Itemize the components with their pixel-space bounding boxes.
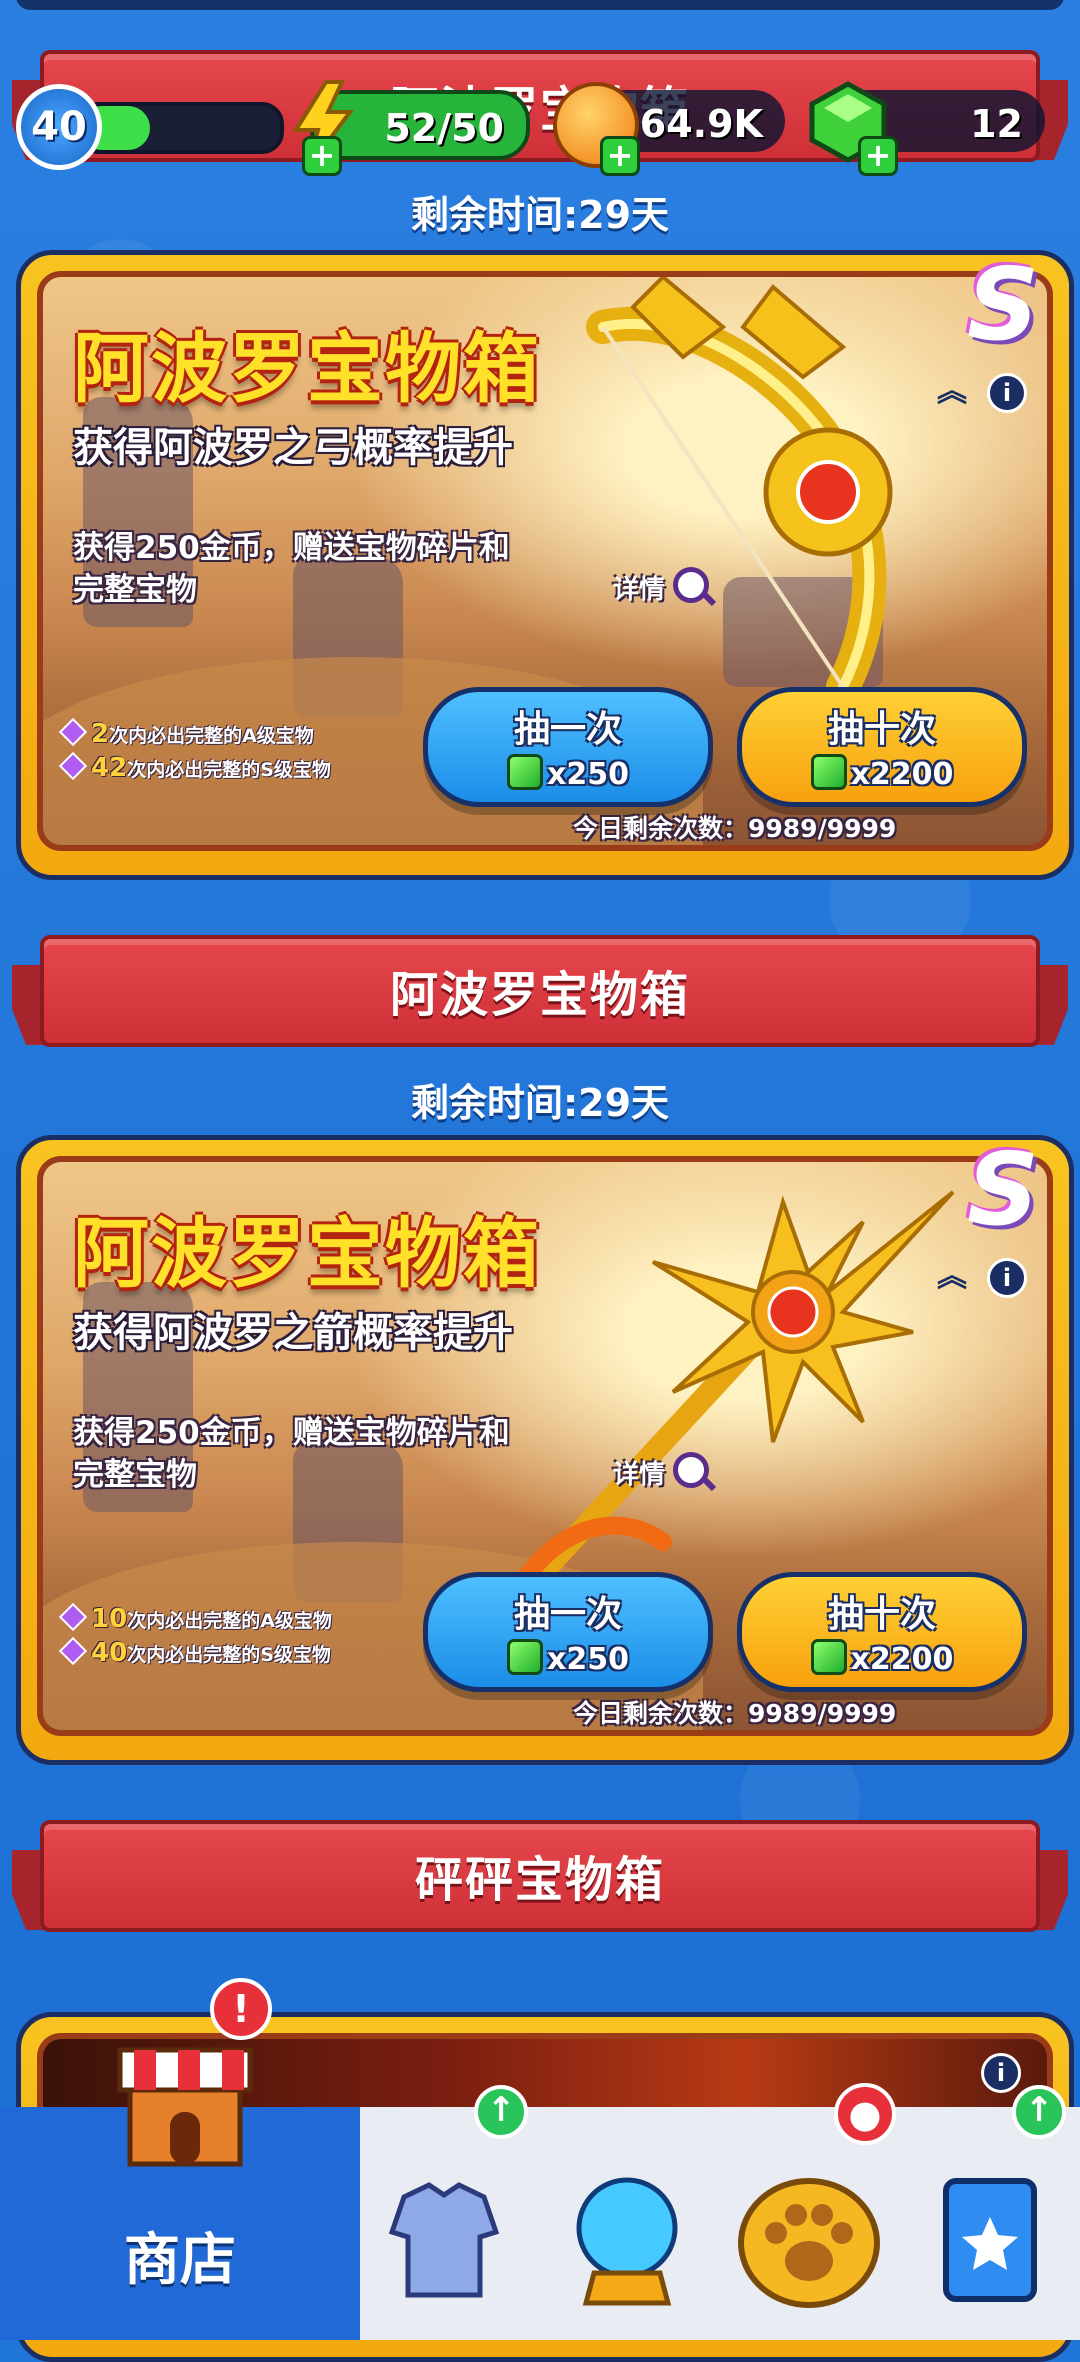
- pity-a-label: 次内必出完整的A级宝物: [109, 725, 314, 747]
- draw-once-label: 抽一次: [513, 1594, 622, 1635]
- rank-badge: S: [967, 1131, 1040, 1248]
- draw-once-button[interactable]: 抽一次 x250: [423, 687, 713, 807]
- pity-s-label: 次内必出完整的S级宝物: [127, 1644, 331, 1666]
- draw-once-cost: x250: [547, 1642, 629, 1677]
- pity-s-count: 42: [91, 753, 128, 783]
- magnifier-icon[interactable]: [673, 1452, 709, 1488]
- golden-bow-icon: [586, 277, 893, 704]
- info-icon[interactable]: i: [987, 1258, 1027, 1298]
- description-line: 完整宝物: [73, 572, 197, 608]
- card-title: 阿波罗宝物箱: [73, 1209, 541, 1298]
- diamond-icon: [58, 717, 88, 747]
- level-indicator[interactable]: 40: [16, 84, 284, 170]
- armor-icon[interactable]: [384, 2177, 504, 2307]
- card-subtitle: 获得阿波罗之弓概率提升: [73, 425, 513, 471]
- daily-remaining: 今日剩余次数：9989/9999: [573, 814, 897, 843]
- pity-s-text: 40次内必出完整的S级宝物: [58, 1636, 331, 1668]
- alert-badge: !: [210, 1978, 272, 2040]
- draw-once-cost: x250: [547, 757, 629, 792]
- section-timer-1: 剩余时间:29天: [410, 193, 670, 237]
- treasure-card-2: 阿波罗宝物箱 获得阿波罗之箭概率提升 获得250金币，赠送宝物碎片和 完整宝物 …: [16, 1135, 1074, 1765]
- description-line: 获得250金币，赠送宝物碎片和: [73, 530, 510, 566]
- section-banner-2: 阿波罗宝物箱: [12, 935, 1068, 1053]
- draw-ten-cost: x2200: [850, 757, 954, 792]
- daily-remaining: 今日剩余次数：9989/9999: [573, 1699, 897, 1728]
- pity-s-count: 40: [91, 1638, 128, 1668]
- card-art: 阿波罗宝物箱 获得阿波罗之弓概率提升 获得250金币，赠送宝物碎片和 完整宝物 …: [37, 271, 1053, 851]
- pity-s-text: 42次内必出完整的S级宝物: [58, 751, 331, 783]
- card-title: 阿波罗宝物箱: [73, 324, 541, 413]
- pity-s-label: 次内必出完整的S级宝物: [127, 759, 331, 781]
- card-subtitle: 获得阿波罗之箭概率提升: [73, 1310, 513, 1356]
- card-art: 阿波罗宝物箱 获得阿波罗之箭概率提升 获得250金币，赠送宝物碎片和 完整宝物 …: [37, 1156, 1053, 1736]
- draw-ten-label: 抽十次: [827, 709, 936, 750]
- pity-a-text: 10次内必出完整的A级宝物: [58, 1602, 332, 1634]
- banner-title: 砰砰宝物箱: [414, 1852, 665, 1908]
- upgrade-badge: ↑: [474, 2085, 528, 2139]
- level-badge: 40: [16, 84, 102, 170]
- crystal-ball-icon[interactable]: [572, 2173, 682, 2313]
- pity-a-label: 次内必出完整的A级宝物: [127, 1610, 332, 1632]
- chevron-up-icon[interactable]: ︽: [935, 375, 969, 409]
- diamond-icon: [58, 751, 88, 781]
- upgrade-badge: ↑: [1012, 2085, 1066, 2139]
- draw-ten-button[interactable]: 抽十次 x2200: [737, 687, 1027, 807]
- details-link[interactable]: 详情: [613, 569, 665, 606]
- pity-a-count: 10: [91, 1604, 128, 1634]
- draw-ten-button[interactable]: 抽十次 x2200: [737, 1572, 1027, 1692]
- energy-plus-button[interactable]: +: [302, 136, 342, 176]
- treasure-card-1: 阿波罗宝物箱 获得阿波罗之弓概率提升 获得250金币，赠送宝物碎片和 完整宝物 …: [16, 250, 1074, 880]
- description-line: 完整宝物: [73, 1457, 197, 1493]
- paw-badge: ●: [834, 2083, 896, 2145]
- xp-bar: [76, 102, 284, 154]
- info-icon[interactable]: i: [987, 373, 1027, 413]
- draw-ten-label: 抽十次: [827, 1594, 936, 1635]
- rank-badge: S: [967, 246, 1040, 363]
- pity-a-count: 2: [91, 719, 110, 749]
- gem-icon: [507, 754, 543, 790]
- pity-a-text: 2次内必出完整的A级宝物: [58, 717, 314, 749]
- shop-stall-icon[interactable]: [110, 2030, 260, 2170]
- section-timer-2: 剩余时间:29天: [410, 1081, 670, 1125]
- shop-label: 商店: [124, 2228, 236, 2293]
- description-line: 获得250金币，赠送宝物碎片和: [73, 1415, 510, 1451]
- top-panel-edge: [16, 0, 1064, 10]
- star-card-icon[interactable]: [940, 2175, 1040, 2305]
- diamond-icon: [58, 1636, 88, 1666]
- energy-value: 52/50: [384, 106, 504, 150]
- chevron-up-icon[interactable]: ︽: [935, 1260, 969, 1294]
- gem-icon: [507, 1639, 543, 1675]
- section-banner-3: 砰砰宝物箱: [12, 1820, 1068, 1938]
- top-hud: 40 52/50 + 64.9K + 12 +: [0, 80, 1080, 176]
- gem-icon: [810, 754, 847, 790]
- draw-ten-cost: x2200: [850, 1642, 954, 1677]
- card-description: 获得250金币，赠送宝物碎片和 完整宝物: [73, 1412, 553, 1496]
- gem-value: 12: [970, 102, 1023, 146]
- gem-icon: [810, 1639, 847, 1675]
- info-icon[interactable]: i: [981, 2053, 1021, 2093]
- sun-arrow-icon: [514, 1190, 955, 1591]
- details-link[interactable]: 详情: [613, 1454, 665, 1491]
- gem-plus-button[interactable]: +: [858, 136, 898, 176]
- draw-once-button[interactable]: 抽一次 x250: [423, 1572, 713, 1692]
- coin-value: 64.9K: [639, 102, 763, 146]
- card-description: 获得250金币，赠送宝物碎片和 完整宝物: [73, 527, 553, 611]
- magnifier-icon[interactable]: [673, 567, 709, 603]
- banner-title: 阿波罗宝物箱: [389, 967, 690, 1023]
- paw-icon[interactable]: [734, 2163, 884, 2313]
- coin-plus-button[interactable]: +: [600, 136, 640, 176]
- diamond-icon: [58, 1602, 88, 1632]
- draw-once-label: 抽一次: [513, 709, 622, 750]
